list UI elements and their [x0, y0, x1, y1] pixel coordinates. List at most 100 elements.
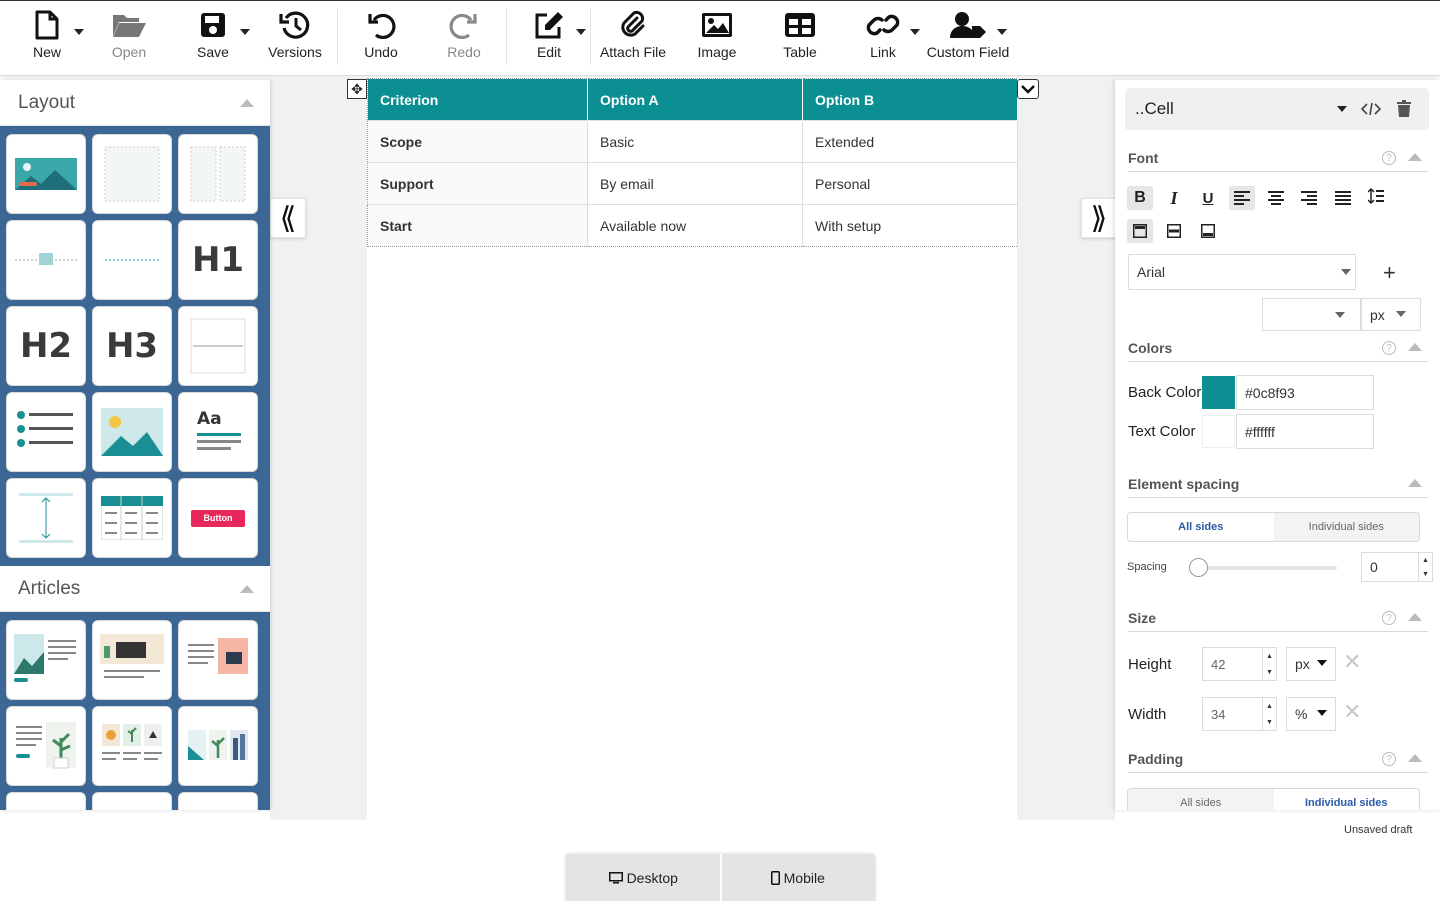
table-cell[interactable]: Personal [802, 162, 1018, 205]
align-justify-button[interactable] [1330, 186, 1356, 210]
padding-section-header[interactable]: Padding ? [1128, 751, 1428, 773]
element-selector[interactable]: ..Cell [1125, 88, 1429, 130]
desktop-tab[interactable]: Desktop [567, 854, 722, 901]
underline-button[interactable]: U [1195, 186, 1221, 210]
collapse-articles-icon[interactable] [240, 584, 254, 593]
size-help-icon[interactable]: ? [1382, 611, 1396, 625]
block-two-columns[interactable] [178, 134, 258, 214]
width-stepper[interactable]: ▲ ▼ [1262, 698, 1276, 730]
block-checklist[interactable] [6, 392, 86, 472]
bold-button[interactable]: B [1127, 186, 1153, 210]
table-button[interactable]: Table [775, 1, 825, 75]
font-help-icon[interactable]: ? [1382, 151, 1396, 165]
article-template[interactable] [178, 620, 258, 700]
line-height-button[interactable] [1363, 184, 1389, 208]
article-template[interactable] [6, 620, 86, 700]
article-template[interactable] [6, 792, 86, 810]
align-right-button[interactable] [1296, 186, 1322, 210]
article-template[interactable] [6, 706, 86, 786]
table-header-cell[interactable]: Option A [587, 78, 803, 121]
save-button[interactable]: Save [188, 1, 238, 75]
all-sides-tab[interactable]: All sides [1128, 513, 1274, 541]
image-button[interactable]: Image [692, 1, 742, 75]
padding-help-icon[interactable]: ? [1382, 752, 1396, 766]
block-inline-image[interactable] [6, 220, 86, 300]
block-button[interactable]: Button [178, 478, 258, 558]
clear-height-icon[interactable]: ✕ [1343, 650, 1361, 675]
back-color-swatch[interactable] [1202, 376, 1235, 409]
open-button[interactable]: Open [104, 1, 154, 75]
block-text[interactable]: Aa [178, 392, 258, 472]
font-size-select[interactable] [1262, 298, 1361, 331]
block-heading-1[interactable]: H1 [178, 220, 258, 300]
block-heading-2[interactable]: H2 [6, 306, 86, 386]
edit-caret-icon[interactable] [576, 29, 586, 35]
new-button[interactable]: New [22, 1, 72, 75]
article-template[interactable] [178, 792, 258, 810]
collapse-padding-icon[interactable] [1408, 754, 1422, 762]
colors-section-header[interactable]: Colors ? [1128, 340, 1428, 362]
table-cell[interactable]: By email [587, 162, 803, 205]
code-view-icon[interactable] [1361, 101, 1381, 117]
colors-help-icon[interactable]: ? [1382, 341, 1396, 355]
attach-file-button[interactable]: Attach File [600, 1, 666, 75]
font-section-header[interactable]: Font ? [1128, 150, 1428, 172]
table-cell[interactable]: With setup [802, 204, 1018, 247]
collapse-left-panel-icon[interactable]: ⟪ [270, 198, 306, 238]
padding-all-sides-tab[interactable]: All sides [1128, 789, 1274, 810]
clear-width-icon[interactable]: ✕ [1343, 700, 1361, 725]
height-input[interactable]: 42 ▲ ▼ [1202, 647, 1277, 681]
table-cell[interactable]: Support [367, 162, 588, 205]
font-unit-select[interactable]: px [1361, 298, 1421, 331]
table-header-cell[interactable]: Criterion [367, 78, 588, 121]
valign-middle-button[interactable] [1161, 219, 1187, 243]
align-left-button[interactable] [1229, 186, 1255, 210]
redo-button[interactable]: Redo [439, 1, 489, 75]
collapse-right-panel-icon[interactable]: ⟫ [1081, 198, 1117, 238]
table-cell[interactable]: Start [367, 204, 588, 247]
block-spacer[interactable] [6, 478, 86, 558]
width-unit-select[interactable]: % [1286, 697, 1336, 731]
content-table[interactable]: Criterion Option A Option B Scope Basic … [367, 78, 1018, 247]
article-template[interactable] [92, 706, 172, 786]
block-table[interactable] [92, 478, 172, 558]
collapse-layout-icon[interactable] [240, 98, 254, 107]
collapse-colors-icon[interactable] [1408, 343, 1422, 351]
article-template[interactable] [178, 706, 258, 786]
block-divider[interactable] [92, 220, 172, 300]
edit-button[interactable]: Edit [524, 1, 574, 75]
padding-individual-sides-tab[interactable]: Individual sides [1273, 789, 1419, 810]
custom-field-button[interactable]: Custom Field [926, 1, 1010, 75]
height-unit-select[interactable]: px [1286, 647, 1336, 681]
collapse-size-icon[interactable] [1408, 613, 1422, 621]
spacing-slider-handle[interactable] [1189, 558, 1208, 577]
block-one-column[interactable] [92, 134, 172, 214]
width-input[interactable]: 34 ▲ ▼ [1202, 697, 1277, 731]
mobile-tab[interactable]: Mobile [721, 854, 874, 901]
table-menu-chevron-icon[interactable] [1017, 79, 1039, 99]
spacing-input[interactable]: 0 ▲ ▼ [1361, 552, 1433, 582]
collapse-spacing-icon[interactable] [1408, 479, 1422, 487]
table-cell[interactable]: Available now [587, 204, 803, 247]
align-center-button[interactable] [1263, 186, 1289, 210]
versions-button[interactable]: Versions [266, 1, 324, 75]
font-family-select[interactable]: Arial [1128, 254, 1356, 290]
back-color-input[interactable]: #0c8f93 [1236, 375, 1374, 410]
valign-top-button[interactable] [1127, 219, 1153, 243]
table-cell[interactable]: Basic [587, 120, 803, 163]
save-caret-icon[interactable] [240, 29, 250, 35]
articles-section-header[interactable]: Articles [0, 566, 270, 612]
add-font-icon[interactable]: + [1383, 260, 1396, 286]
valign-bottom-button[interactable] [1195, 219, 1221, 243]
table-cell[interactable]: Scope [367, 120, 588, 163]
text-color-input[interactable]: #ffffff [1236, 414, 1374, 449]
text-color-swatch[interactable] [1202, 415, 1235, 448]
spacing-stepper[interactable]: ▲ ▼ [1418, 553, 1432, 581]
trash-icon[interactable] [1397, 100, 1411, 118]
individual-sides-tab[interactable]: Individual sides [1273, 513, 1419, 541]
move-handle-icon[interactable]: ✥ [347, 79, 367, 99]
layout-section-header[interactable]: Layout [0, 80, 270, 126]
link-caret-icon[interactable] [910, 29, 920, 35]
selector-dropdown-icon[interactable] [1337, 106, 1347, 112]
block-heading-3[interactable]: H3 [92, 306, 172, 386]
